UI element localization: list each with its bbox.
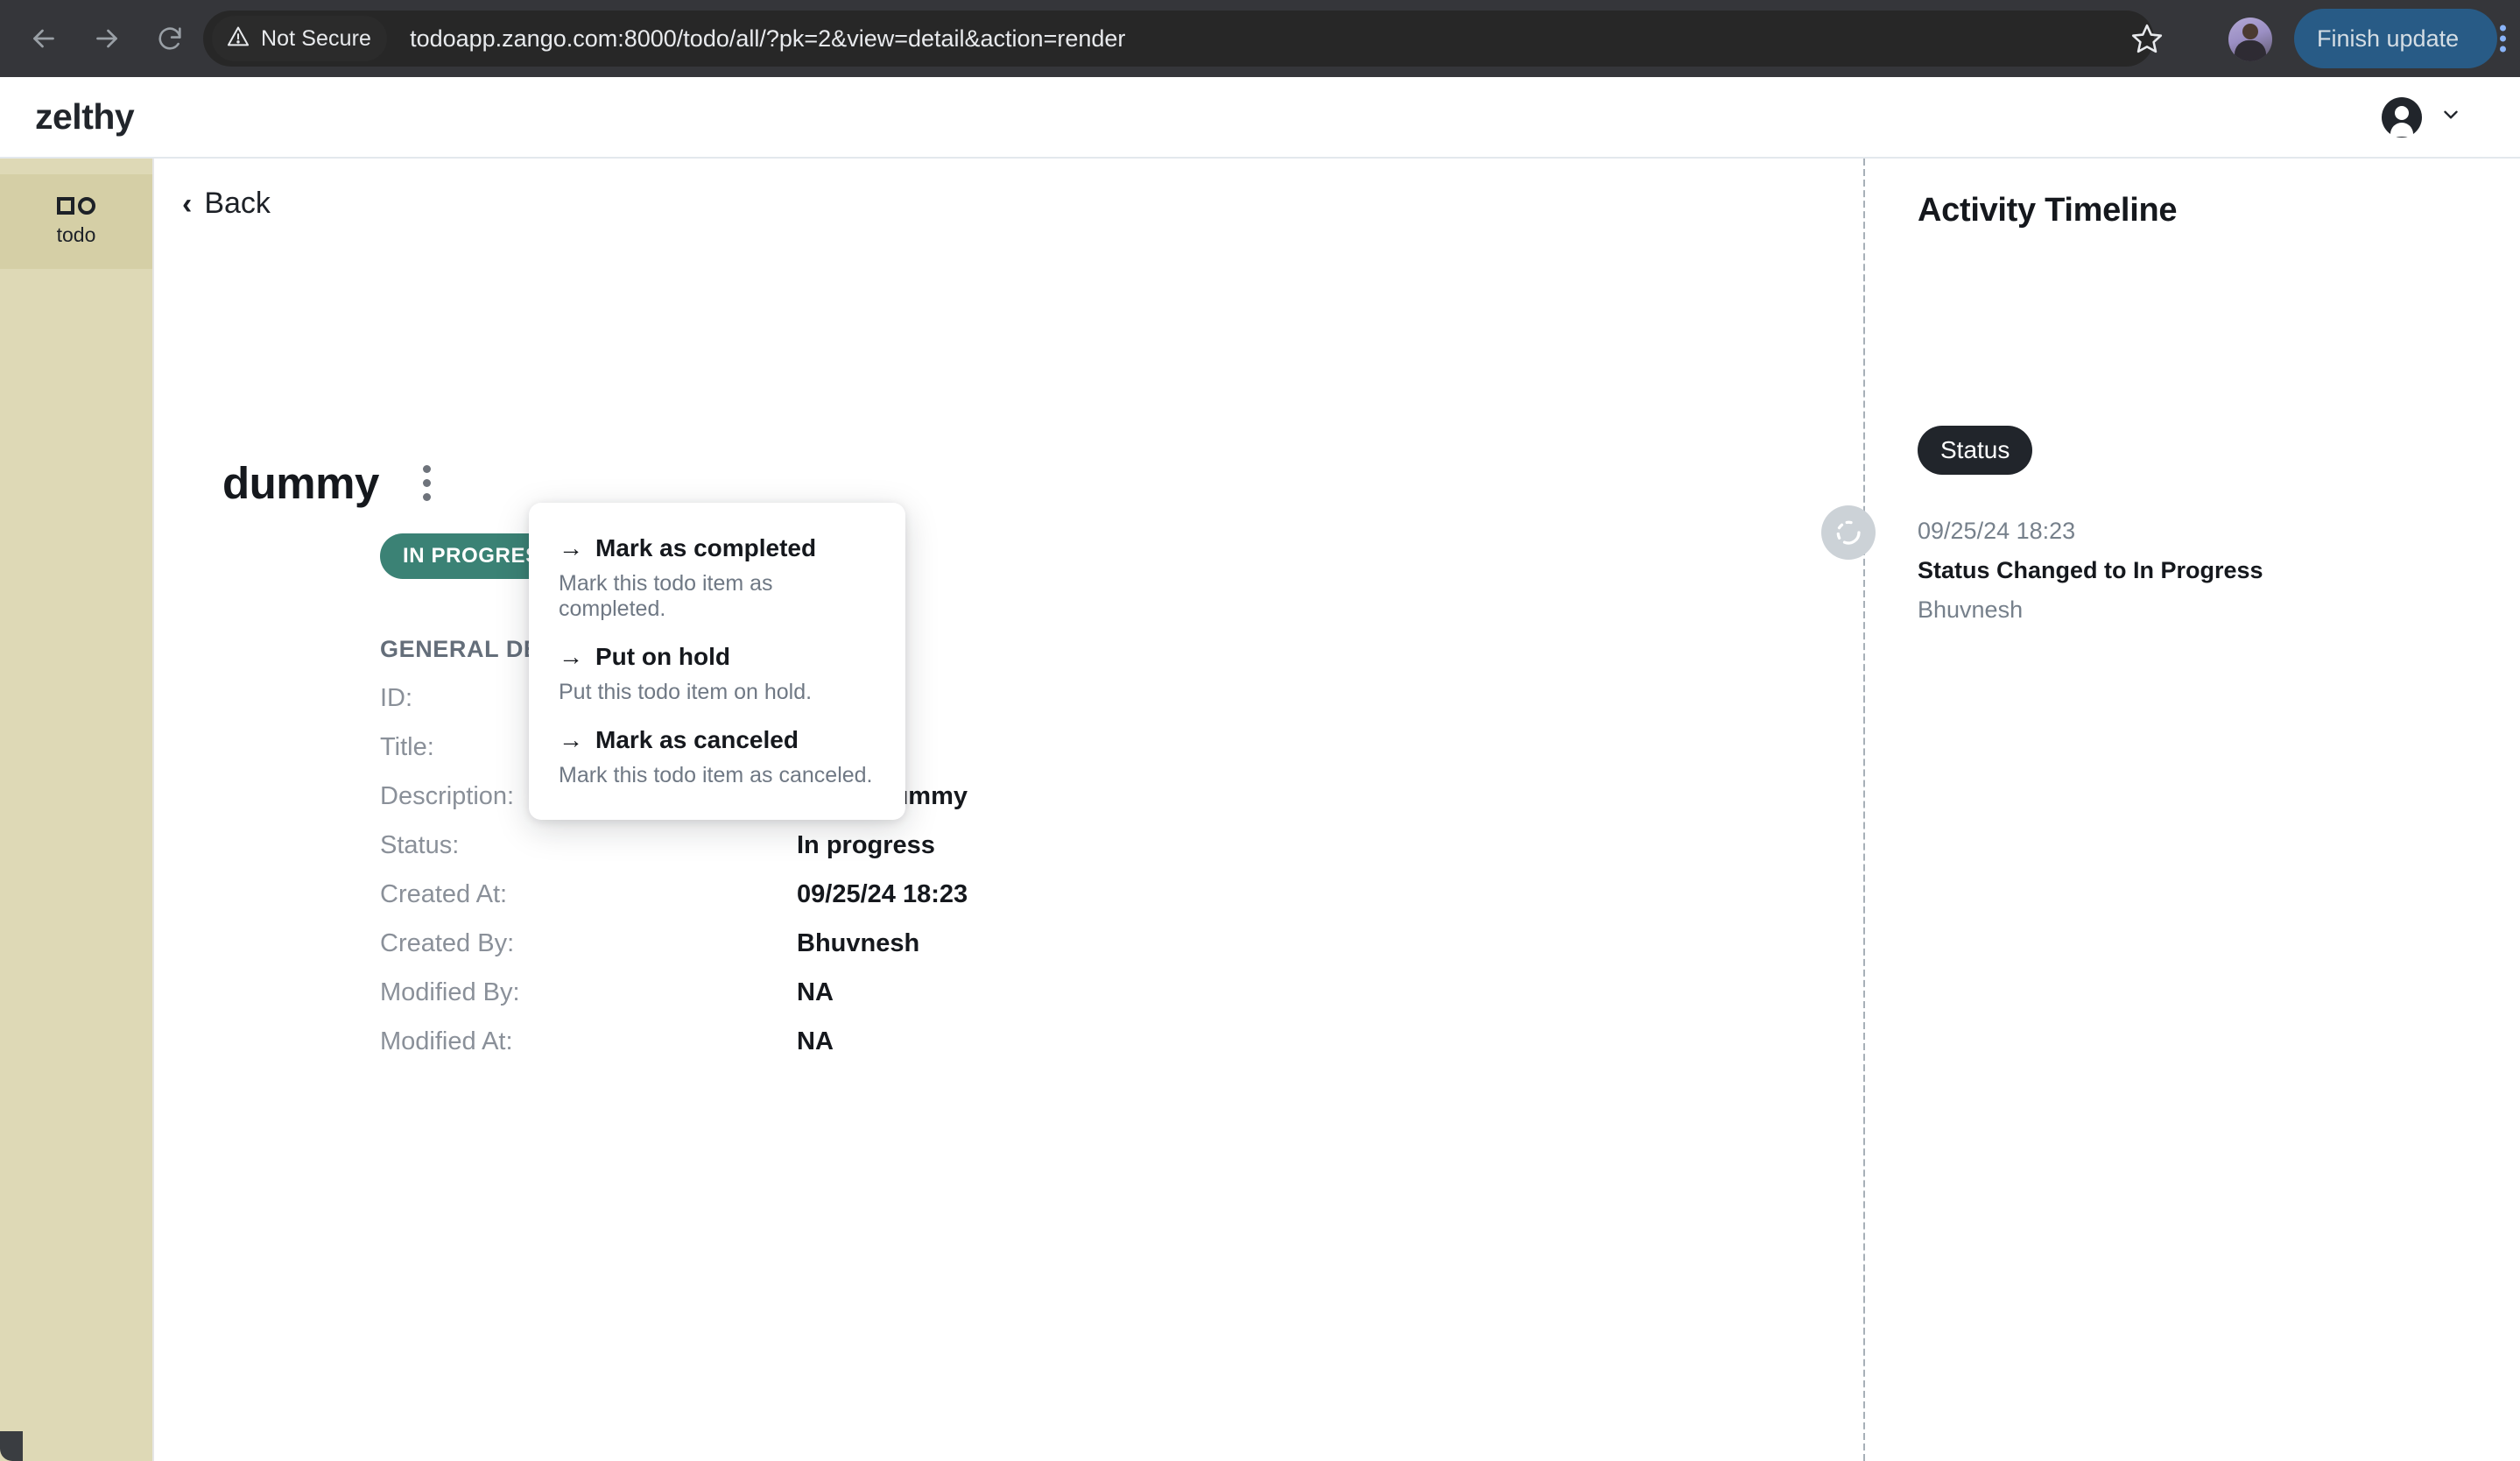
circle-shape: [78, 196, 95, 215]
detail-value: NA: [797, 1027, 834, 1055]
detail-row: Status: In progress: [380, 831, 1431, 880]
security-status-chip[interactable]: Not Secure: [212, 16, 388, 61]
dropdown-item-title: Put on hold: [595, 643, 730, 670]
timeline-filter-status-chip[interactable]: Status: [1918, 426, 2033, 475]
kebab-dot: [2500, 25, 2506, 32]
detail-label: Created At:: [380, 880, 508, 908]
star-icon: [2130, 22, 2164, 60]
app-header: zelthy: [0, 77, 2520, 159]
timeline-entry: 09/25/24 18:23 Status Changed to In Prog…: [1918, 518, 2263, 624]
reload-icon: [155, 24, 185, 53]
detail-label: Status:: [380, 831, 460, 859]
security-status-label: Not Secure: [261, 25, 372, 51]
arrow-right-icon: →: [559, 726, 583, 753]
activity-timeline-panel: Activity Timeline Status 09/25/24 18:23 …: [1821, 159, 2520, 1461]
account-body: [2390, 122, 2413, 137]
timeline-entry-event: Status Changed to In Progress: [1918, 557, 2263, 583]
detail-row: Modified At: NA: [380, 1027, 1431, 1076]
chevron-left-icon: ‹: [182, 187, 193, 221]
forward-button[interactable]: [75, 7, 138, 70]
url-text[interactable]: todoapp.zango.com:8000/todo/all/?pk=2&vi…: [410, 25, 1125, 53]
back-link[interactable]: ‹ Back: [182, 187, 271, 221]
dropdown-item-description: Mark this todo item as completed.: [559, 571, 773, 621]
reload-button[interactable]: [138, 7, 201, 70]
dropdown-item-title-row: → Mark as completed: [559, 534, 876, 562]
detail-value: Bhuvnesh: [797, 929, 920, 957]
record-actions-kebab-icon[interactable]: [411, 456, 443, 510]
finish-update-button[interactable]: Finish update: [2294, 9, 2497, 68]
arrow-right-icon: →: [559, 643, 583, 670]
brand-logo[interactable]: zelthy: [35, 96, 135, 138]
square-circle-icon: [57, 196, 95, 215]
warning-triangle-icon: [226, 25, 250, 53]
timeline-entry-time: 09/25/24 18:23: [1918, 518, 2076, 544]
detail-label: Created By:: [380, 929, 515, 957]
avatar-body: [2235, 40, 2266, 61]
back-button[interactable]: [12, 7, 75, 70]
detail-label: Modified At:: [380, 1027, 513, 1055]
back-label: Back: [204, 187, 271, 220]
timeline-heading: Activity Timeline: [1918, 192, 2178, 229]
account-head: [2395, 105, 2409, 120]
arrow-right-icon: →: [559, 534, 583, 561]
account-circle-icon: [2382, 96, 2422, 138]
main-content: ‹ Back dummy IN PROGRESS GENERAL DETAILS…: [156, 159, 1863, 1461]
browser-kebab-menu-icon[interactable]: [2500, 25, 2506, 53]
dropdown-item-description: Put this todo item on hold.: [559, 680, 813, 704]
detail-row: Created By: Bhuvnesh: [380, 929, 1431, 978]
refresh-circle-icon: [1821, 505, 1876, 560]
dropdown-item-title: Mark as completed: [595, 534, 817, 561]
kebab-dot: [2500, 46, 2506, 53]
dropdown-item-title-row: → Put on hold: [559, 643, 876, 671]
dropdown-item-mark-as-completed[interactable]: → Mark as completed Mark this todo item …: [529, 522, 905, 631]
finish-update-label: Finish update: [2317, 25, 2460, 52]
sidebar: todo: [0, 159, 154, 1461]
detail-value: NA: [797, 978, 834, 1006]
dropdown-item-mark-as-canceled[interactable]: → Mark as canceled Mark this todo item a…: [529, 714, 905, 797]
browser-nav-buttons: [0, 7, 201, 70]
avatar-head: [2242, 24, 2258, 39]
detail-row: Created At: 09/25/24 18:23: [380, 880, 1431, 929]
detail-row: Modified By: NA: [380, 978, 1431, 1027]
kebab-dot: [422, 479, 431, 487]
square-shape: [57, 196, 74, 215]
record-actions-dropdown: → Mark as completed Mark this todo item …: [529, 503, 905, 820]
kebab-dot: [422, 465, 431, 473]
dropdown-item-title: Mark as canceled: [595, 726, 799, 753]
arrow-right-icon: [91, 23, 123, 54]
address-bar[interactable]: Not Secure todoapp.zango.com:8000/todo/a…: [203, 11, 2154, 67]
browser-profile-avatar[interactable]: [2228, 18, 2272, 61]
sidebar-item-todo[interactable]: todo: [0, 174, 152, 269]
dropdown-item-title-row: → Mark as canceled: [559, 726, 876, 754]
bookmark-button[interactable]: [2122, 16, 2172, 65]
arrow-left-icon: [28, 23, 60, 54]
sidebar-item-label: todo: [56, 222, 96, 246]
timeline-entry-actor: Bhuvnesh: [1918, 596, 2024, 623]
detail-value: 09/25/24 18:23: [797, 880, 968, 908]
chevron-down-icon: [2439, 103, 2462, 131]
kebab-dot: [422, 493, 431, 501]
detail-label: Modified By:: [380, 978, 520, 1006]
header-user-menu[interactable]: [2382, 96, 2462, 138]
record-title-row: dummy: [222, 456, 443, 510]
window-corner: [0, 1431, 23, 1461]
kebab-dot: [2500, 35, 2506, 42]
dropdown-item-description: Mark this todo item as canceled.: [559, 763, 873, 787]
browser-toolbar: Not Secure todoapp.zango.com:8000/todo/a…: [0, 0, 2520, 77]
page-title: dummy: [222, 458, 379, 508]
detail-value: In progress: [797, 831, 935, 859]
dropdown-item-put-on-hold[interactable]: → Put on hold Put this todo item on hold…: [529, 631, 905, 714]
